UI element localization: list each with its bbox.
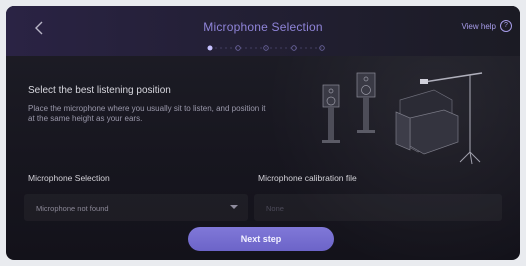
microphone-selection-label: Microphone Selection — [28, 173, 110, 183]
listening-position-illustration — [322, 72, 483, 165]
calibration-file-value: None — [266, 204, 284, 213]
page-title: Microphone Selection — [203, 20, 323, 34]
speaker-left-icon — [322, 84, 340, 143]
instruction-text: Place the microphone where you usually s… — [28, 104, 266, 123]
microphone-select-value: Microphone not found — [36, 204, 109, 213]
calibration-file-label: Microphone calibration file — [258, 173, 357, 183]
help-icon: ? — [500, 20, 512, 32]
microphone-select[interactable]: Microphone not found — [24, 194, 248, 221]
calibration-file-select[interactable]: None — [254, 194, 502, 221]
section-heading: Select the best listening position — [28, 85, 171, 96]
microphone-setup-window: Microphone Selection View help ? Select … — [6, 6, 520, 260]
view-help-link[interactable]: View help ? — [461, 20, 512, 32]
dropdown-caret-icon — [230, 205, 238, 209]
armchair-icon — [395, 89, 459, 155]
step-indicator — [207, 45, 325, 51]
next-step-button[interactable]: Next step — [188, 227, 334, 251]
step-dot-1 — [207, 45, 213, 51]
view-help-label: View help — [461, 21, 496, 31]
speaker-right-icon — [356, 72, 376, 133]
